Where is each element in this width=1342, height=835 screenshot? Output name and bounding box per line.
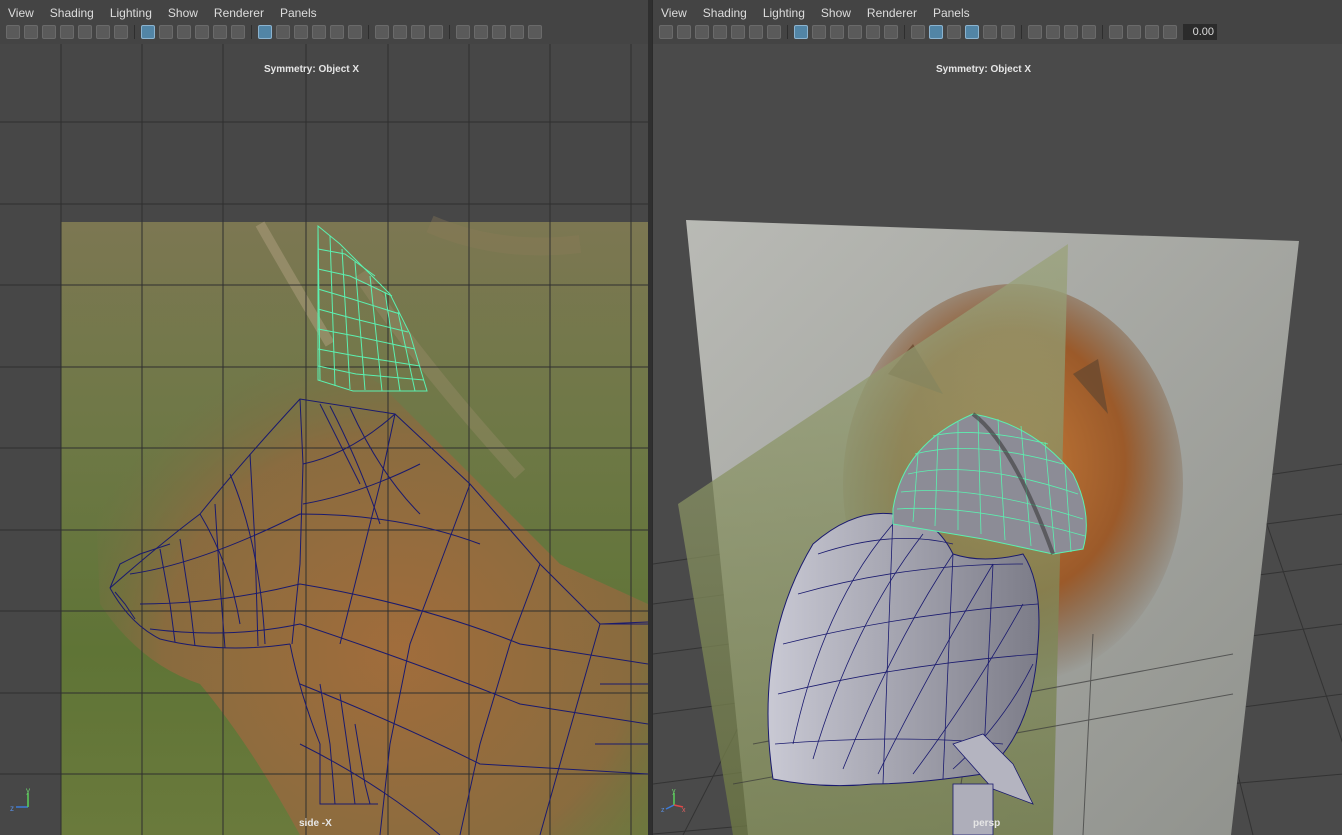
xray-joints-icon[interactable] [492,25,506,39]
menu-renderer[interactable]: Renderer [206,3,272,23]
menu-view[interactable]: View [653,3,695,23]
lights-icon[interactable] [330,25,344,39]
smooth-shade-icon[interactable] [929,25,943,39]
safe-action-icon[interactable] [231,25,245,39]
menu-panels[interactable]: Panels [925,3,978,23]
depth-of-field-icon[interactable] [429,25,443,39]
svg-text:z: z [10,804,14,813]
left-toolbar [0,22,648,42]
bookmark-icon[interactable] [713,25,727,39]
motion-blur-icon[interactable] [393,25,407,39]
film-gate-icon[interactable] [812,25,826,39]
perspective-viewport[interactable]: Symmetry: Object X persp z y x [653,44,1342,835]
textured-icon[interactable] [947,25,961,39]
camera-icon[interactable] [659,25,673,39]
safe-action-icon[interactable] [884,25,898,39]
motion-blur-icon[interactable] [1046,25,1060,39]
depth-of-field-icon[interactable] [1082,25,1096,39]
field-chart-icon[interactable] [866,25,880,39]
toolbar-separator [449,25,450,39]
toolbar-separator [1021,25,1022,39]
svg-text:y: y [26,787,30,795]
side-viewport[interactable]: Symmetry: Object X side -X z y [0,44,648,835]
bookmark-icon[interactable] [60,25,74,39]
image-plane-icon[interactable] [731,25,745,39]
toolbar-separator [134,25,135,39]
side-scene [0,44,648,835]
grease-pencil-icon[interactable] [749,25,763,39]
toolbar-separator [1102,25,1103,39]
shadows-icon[interactable] [348,25,362,39]
menu-shading[interactable]: Shading [695,3,755,23]
wireframe-on-shaded-icon[interactable] [965,25,979,39]
xray-components-icon[interactable] [510,25,524,39]
resolution-gate-icon[interactable] [177,25,191,39]
camera-name-label: persp [973,818,1001,829]
right-viewport-panel: View Shading Lighting Show Renderer Pane… [652,0,1342,835]
ambient-occlusion-icon[interactable] [1028,25,1042,39]
xray-joints-icon[interactable] [1145,25,1159,39]
menu-show[interactable]: Show [160,3,206,23]
pen-icon[interactable] [114,25,128,39]
svg-text:y: y [672,788,676,795]
toolbar-separator [368,25,369,39]
grid-icon[interactable] [141,25,155,39]
grid-icon[interactable] [794,25,808,39]
exposure-value-field[interactable]: 0.00 [1183,24,1217,40]
camera-lock-icon[interactable] [42,25,56,39]
image-plane-icon[interactable] [78,25,92,39]
isolate-icon[interactable] [456,25,470,39]
left-menubar: View Shading Lighting Show Renderer Pane… [0,3,325,23]
gate-mask-icon[interactable] [195,25,209,39]
menu-view[interactable]: View [0,3,42,23]
smooth-shade-icon[interactable] [276,25,290,39]
svg-text:z: z [661,807,665,813]
pen-icon[interactable] [767,25,781,39]
left-viewport-panel: View Shading Lighting Show Renderer Pane… [0,0,648,835]
wireframe-icon[interactable] [258,25,272,39]
camera-attributes-icon[interactable] [677,25,691,39]
anti-alias-icon[interactable] [1064,25,1078,39]
axis-indicator: z y x [661,787,687,813]
shadows-icon[interactable] [1001,25,1015,39]
menu-renderer[interactable]: Renderer [859,3,925,23]
toolbar-separator [787,25,788,39]
field-chart-icon[interactable] [213,25,227,39]
xray-icon[interactable] [1127,25,1141,39]
film-gate-icon[interactable] [159,25,173,39]
menu-show[interactable]: Show [813,3,859,23]
ambient-occlusion-icon[interactable] [375,25,389,39]
lights-icon[interactable] [983,25,997,39]
menu-lighting[interactable]: Lighting [755,3,813,23]
toolbar-separator [251,25,252,39]
wireframe-icon[interactable] [911,25,925,39]
camera-name-label: side -X [299,818,332,829]
svg-text:x: x [682,807,686,813]
menu-lighting[interactable]: Lighting [102,3,160,23]
menu-panels[interactable]: Panels [272,3,325,23]
exposure-icon[interactable] [1163,25,1177,39]
exposure-icon[interactable] [528,25,542,39]
right-toolbar: 0.00 [653,22,1342,42]
xray-icon[interactable] [474,25,488,39]
symmetry-label: Symmetry: Object X [936,64,1032,75]
textured-icon[interactable] [294,25,308,39]
anti-alias-icon[interactable] [411,25,425,39]
right-menubar: View Shading Lighting Show Renderer Pane… [653,3,978,23]
symmetry-label: Symmetry: Object X [264,64,360,75]
resolution-gate-icon[interactable] [830,25,844,39]
camera-lock-icon[interactable] [695,25,709,39]
gate-mask-icon[interactable] [848,25,862,39]
grease-pencil-icon[interactable] [96,25,110,39]
axis-indicator: z y [8,787,34,813]
camera-attributes-icon[interactable] [24,25,38,39]
camera-icon[interactable] [6,25,20,39]
wireframe-on-shaded-icon[interactable] [312,25,326,39]
toolbar-separator [904,25,905,39]
menu-shading[interactable]: Shading [42,3,102,23]
isolate-icon[interactable] [1109,25,1123,39]
persp-scene [653,220,1342,835]
